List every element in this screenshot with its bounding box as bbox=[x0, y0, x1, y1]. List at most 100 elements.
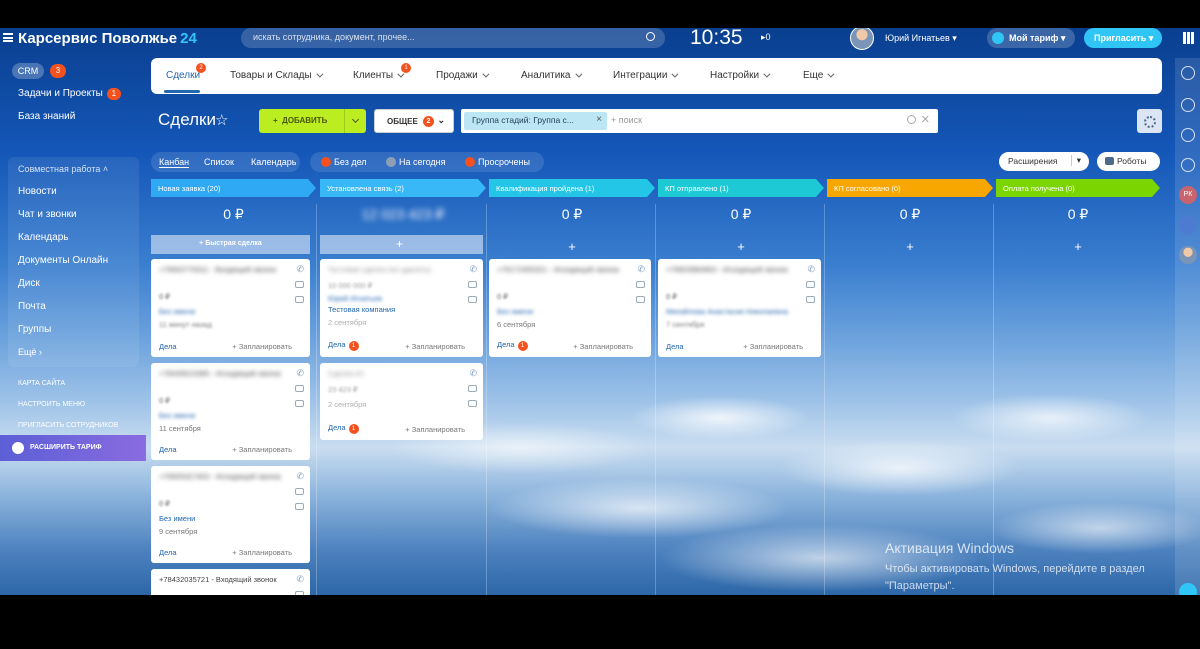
phone-icon[interactable]: ✆ bbox=[296, 264, 304, 275]
chat-icon[interactable] bbox=[636, 296, 645, 303]
column-add-button[interactable]: + bbox=[320, 235, 483, 254]
sidebar-item-chat[interactable]: Чат и звонки bbox=[18, 209, 77, 220]
sidebar-item-mail[interactable]: Почта bbox=[18, 301, 46, 312]
deal-card[interactable]: +79172455321 - Исходящий звонок 0 ₽ Без … bbox=[489, 259, 651, 357]
menu-icon[interactable] bbox=[3, 33, 13, 42]
phone-icon[interactable]: ✆ bbox=[469, 264, 477, 275]
view-list[interactable]: Список bbox=[204, 157, 234, 167]
tab-products[interactable]: Товары и Склады bbox=[230, 70, 324, 81]
mail-icon[interactable] bbox=[806, 281, 815, 288]
column-header-new[interactable]: Новая заявка (20) bbox=[151, 179, 316, 197]
upgrade-tariff-button[interactable]: РАСШИРИТЬ ТАРИФ bbox=[0, 435, 146, 461]
chat-icon[interactable] bbox=[1179, 216, 1197, 234]
star-icon[interactable]: ☆ bbox=[215, 111, 228, 129]
plan-activity-link[interactable]: + Запланировать bbox=[573, 342, 633, 351]
view-calendar[interactable]: Календарь bbox=[251, 157, 296, 167]
filter-input[interactable]: Группа стадий: Группа с... × + поиск ✕ bbox=[461, 109, 938, 133]
phone-icon[interactable]: ✆ bbox=[469, 368, 477, 379]
robots-button[interactable]: Роботы bbox=[1097, 152, 1160, 171]
filter-tag[interactable]: Группа стадий: Группа с... × bbox=[464, 112, 607, 130]
chat-icon[interactable] bbox=[468, 296, 477, 303]
quick-deal-button[interactable]: + Быстрая сделка bbox=[151, 235, 310, 254]
deal-card[interactable]: +79002776311 - Входящий звонок 0 ₽ Без и… bbox=[151, 259, 310, 357]
sidebar-item-news[interactable]: Новости bbox=[18, 186, 57, 197]
global-search-input[interactable]: искать сотрудника, документ, прочее... bbox=[241, 28, 665, 48]
phone-icon[interactable]: ✆ bbox=[807, 264, 815, 275]
deal-activities-link[interactable]: Дела bbox=[159, 548, 177, 557]
mail-icon[interactable] bbox=[468, 385, 477, 392]
mail-icon[interactable] bbox=[636, 281, 645, 288]
deal-card[interactable]: Сделка #1 23 423 ₽ 2 сентября Дела 1 + За… bbox=[320, 363, 483, 440]
history-icon[interactable] bbox=[1181, 128, 1195, 142]
my-tariff-button[interactable]: Мой тариф ▾ bbox=[987, 28, 1075, 48]
deal-activities-link[interactable]: Дела 1 bbox=[497, 340, 528, 351]
tab-settings[interactable]: Настройки bbox=[710, 70, 771, 81]
invite-employees-link[interactable]: ПРИГЛАСИТЬ СОТРУДНИКОВ bbox=[18, 422, 118, 429]
column-add-button[interactable]: + bbox=[996, 239, 1160, 254]
tab-integrations[interactable]: Интеграции bbox=[613, 70, 679, 81]
sidebar-item-calendar[interactable]: Календарь bbox=[18, 232, 68, 243]
tab-clients[interactable]: Клиенты 1 bbox=[353, 63, 411, 81]
extensions-button[interactable]: Расширения ▾ bbox=[999, 152, 1089, 171]
mail-icon[interactable] bbox=[468, 281, 477, 288]
plan-activity-link[interactable]: + Запланировать bbox=[232, 548, 292, 557]
column-add-button[interactable]: + bbox=[658, 239, 824, 254]
invite-button[interactable]: Пригласить ▾ bbox=[1084, 28, 1162, 48]
plan-activity-link[interactable]: + Запланировать bbox=[232, 445, 292, 454]
sidebar-item-more[interactable]: Ещё › bbox=[18, 347, 42, 357]
search-icon[interactable] bbox=[646, 32, 655, 41]
mail-icon[interactable] bbox=[295, 385, 304, 392]
mail-icon[interactable] bbox=[295, 591, 304, 595]
sidebar-group-title[interactable]: Совместная работа ˄ bbox=[18, 164, 108, 174]
user-menu[interactable]: Юрий Игнатьев ▾ bbox=[885, 33, 957, 44]
user-avatar[interactable] bbox=[850, 28, 874, 50]
deal-activities-link[interactable]: Дела 1 bbox=[328, 340, 359, 351]
tab-deals[interactable]: Сделки 2 bbox=[166, 63, 206, 81]
tab-sales[interactable]: Продажи bbox=[436, 70, 490, 81]
mail-icon[interactable] bbox=[295, 281, 304, 288]
column-header-offer-approved[interactable]: КП согласовано (0) bbox=[827, 179, 993, 197]
chat-icon[interactable] bbox=[295, 296, 304, 303]
add-dropdown-icon[interactable] bbox=[344, 109, 366, 133]
add-deal-button[interactable]: + ДОБАВИТЬ bbox=[259, 109, 366, 133]
settings-gear-button[interactable] bbox=[1137, 109, 1162, 133]
counter-overdue[interactable]: Просрочены bbox=[465, 157, 530, 167]
deal-card[interactable]: +79603984963 - Исходящий звонок 0 ₽ Миха… bbox=[658, 259, 821, 357]
sitemap-link[interactable]: КАРТА САЙТА bbox=[18, 380, 65, 387]
view-kanban[interactable]: Канбан bbox=[159, 157, 190, 168]
column-header-qualified[interactable]: Квалификация пройдена (1) bbox=[489, 179, 655, 197]
phone-icon[interactable]: ✆ bbox=[637, 264, 645, 275]
plan-activity-link[interactable]: + Запланировать bbox=[405, 342, 465, 351]
portal-logo[interactable]: Карсервис Поволжье 24 bbox=[18, 30, 197, 47]
column-add-button[interactable]: + bbox=[489, 239, 655, 254]
deal-activities-link[interactable]: Дела bbox=[159, 445, 177, 454]
plan-activity-link[interactable]: + Запланировать bbox=[743, 342, 803, 351]
chat-icon[interactable] bbox=[295, 503, 304, 510]
tab-more[interactable]: Еще bbox=[803, 70, 835, 81]
sidebar-item-disk[interactable]: Диск bbox=[18, 278, 40, 289]
column-add-button[interactable]: + bbox=[827, 239, 993, 254]
avatar[interactable] bbox=[1179, 246, 1197, 264]
sidebar-item-groups[interactable]: Группы bbox=[18, 324, 51, 335]
deal-card[interactable]: +79505327403 - Исходящий звонок 0 ₽ Без … bbox=[151, 466, 310, 563]
counter-today[interactable]: На сегодня bbox=[386, 157, 446, 167]
sidebar-item-knowledge[interactable]: База знаний bbox=[18, 111, 75, 122]
plan-activity-link[interactable]: + Запланировать bbox=[232, 342, 292, 351]
work-day-flag[interactable]: ▸0 bbox=[761, 32, 771, 43]
exit-icon[interactable] bbox=[1179, 583, 1197, 595]
plan-activity-link[interactable]: + Запланировать bbox=[405, 425, 465, 434]
messenger-icon[interactable] bbox=[1181, 98, 1195, 112]
chat-icon[interactable] bbox=[295, 400, 304, 407]
category-select[interactable]: ОБЩЕЕ 2 ⌄ bbox=[374, 109, 454, 133]
sidebar-item-docs[interactable]: Документы Онлайн bbox=[18, 255, 108, 266]
chat-icon[interactable] bbox=[468, 400, 477, 407]
mail-icon[interactable] bbox=[295, 488, 304, 495]
deal-activities-link[interactable]: Дела bbox=[666, 342, 684, 351]
deal-card[interactable]: +78435615385 - Исходящий звонок 0 ₽ Без … bbox=[151, 363, 310, 460]
counter-no-activity[interactable]: Без дел bbox=[321, 157, 367, 167]
tab-analytics[interactable]: Аналитика bbox=[521, 70, 582, 81]
remove-filter-icon[interactable]: × bbox=[596, 114, 602, 125]
deal-card[interactable]: +78432035721 - Входящий звонок ✆ bbox=[151, 569, 310, 595]
clear-icon[interactable]: ✕ bbox=[921, 113, 930, 126]
sidebar-item-crm[interactable]: CRM bbox=[12, 63, 44, 79]
